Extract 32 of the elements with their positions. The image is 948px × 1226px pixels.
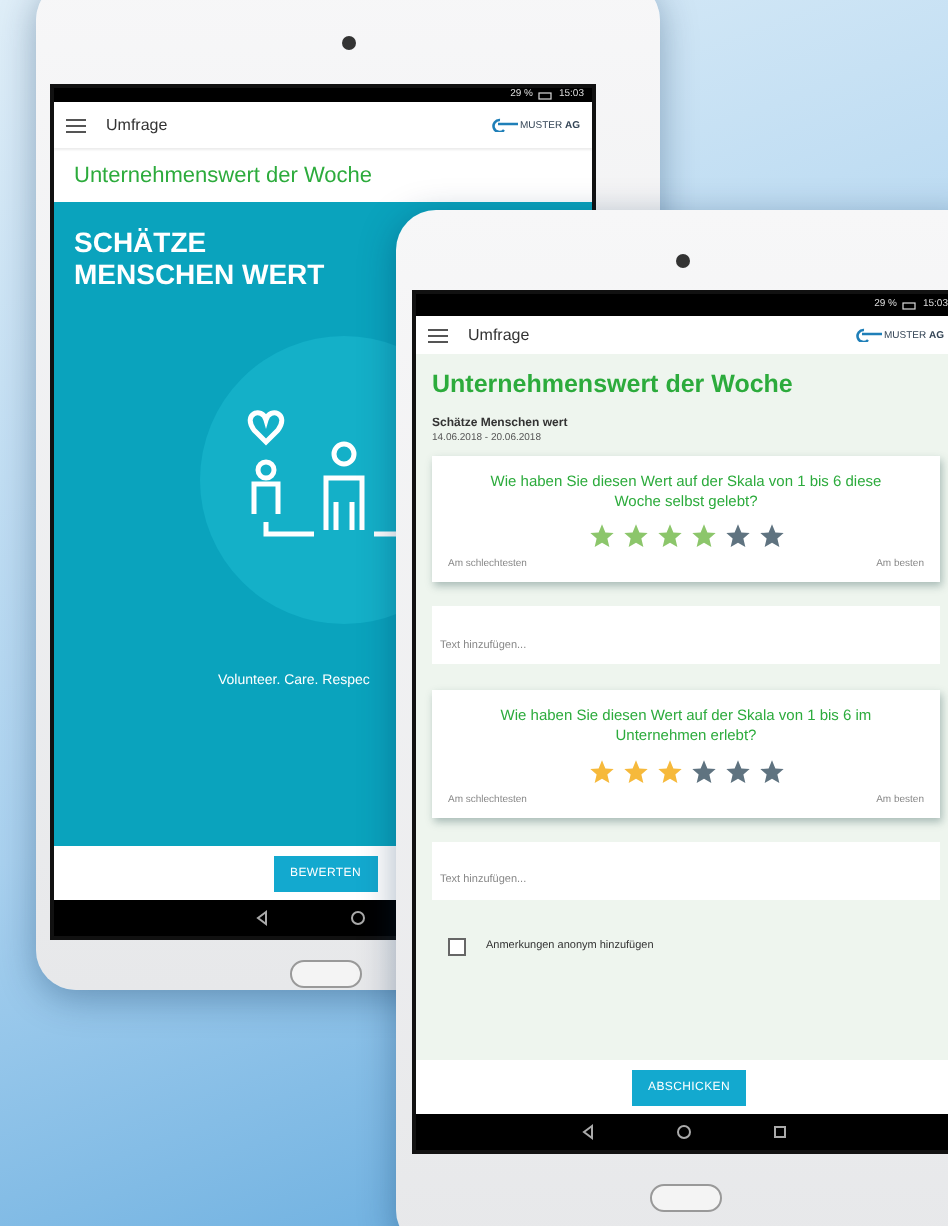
camera-lens <box>341 36 355 50</box>
home-icon[interactable] <box>676 1124 692 1140</box>
star-icon[interactable] <box>757 757 785 785</box>
checkbox[interactable] <box>448 937 466 955</box>
battery-icon <box>538 91 553 99</box>
star-icon[interactable] <box>689 757 717 785</box>
menu-icon[interactable] <box>428 327 448 343</box>
star-icon[interactable] <box>621 522 649 551</box>
star-icon[interactable] <box>723 757 751 785</box>
home-button[interactable] <box>290 960 362 988</box>
hero-title: MENSCHEN WERT <box>74 258 327 291</box>
back-icon[interactable] <box>580 1124 596 1140</box>
battery-icon <box>902 301 917 309</box>
page-heading: Unternehmenswert der Woche <box>72 162 374 192</box>
home-button[interactable] <box>650 1184 722 1212</box>
star-icon[interactable] <box>655 522 683 551</box>
menu-icon[interactable] <box>66 117 86 133</box>
star-icon[interactable] <box>587 522 615 551</box>
star-icon[interactable] <box>689 522 717 551</box>
star-icon[interactable] <box>587 757 615 785</box>
camera-lens <box>676 254 690 268</box>
star-icon[interactable] <box>655 757 683 785</box>
star-icon[interactable] <box>621 757 649 785</box>
app-bar-title: Umfrage <box>106 116 170 134</box>
hero-title: SCHÄTZE <box>74 226 209 259</box>
app-bar-title: Umfrage <box>468 326 532 344</box>
home-icon[interactable] <box>350 910 366 926</box>
star-icon[interactable] <box>723 522 751 551</box>
page-heading: Unternehmenswert der Woche <box>432 368 795 402</box>
back-icon[interactable] <box>254 910 270 926</box>
recents-icon[interactable] <box>772 1124 788 1140</box>
star-icon[interactable] <box>757 522 785 551</box>
